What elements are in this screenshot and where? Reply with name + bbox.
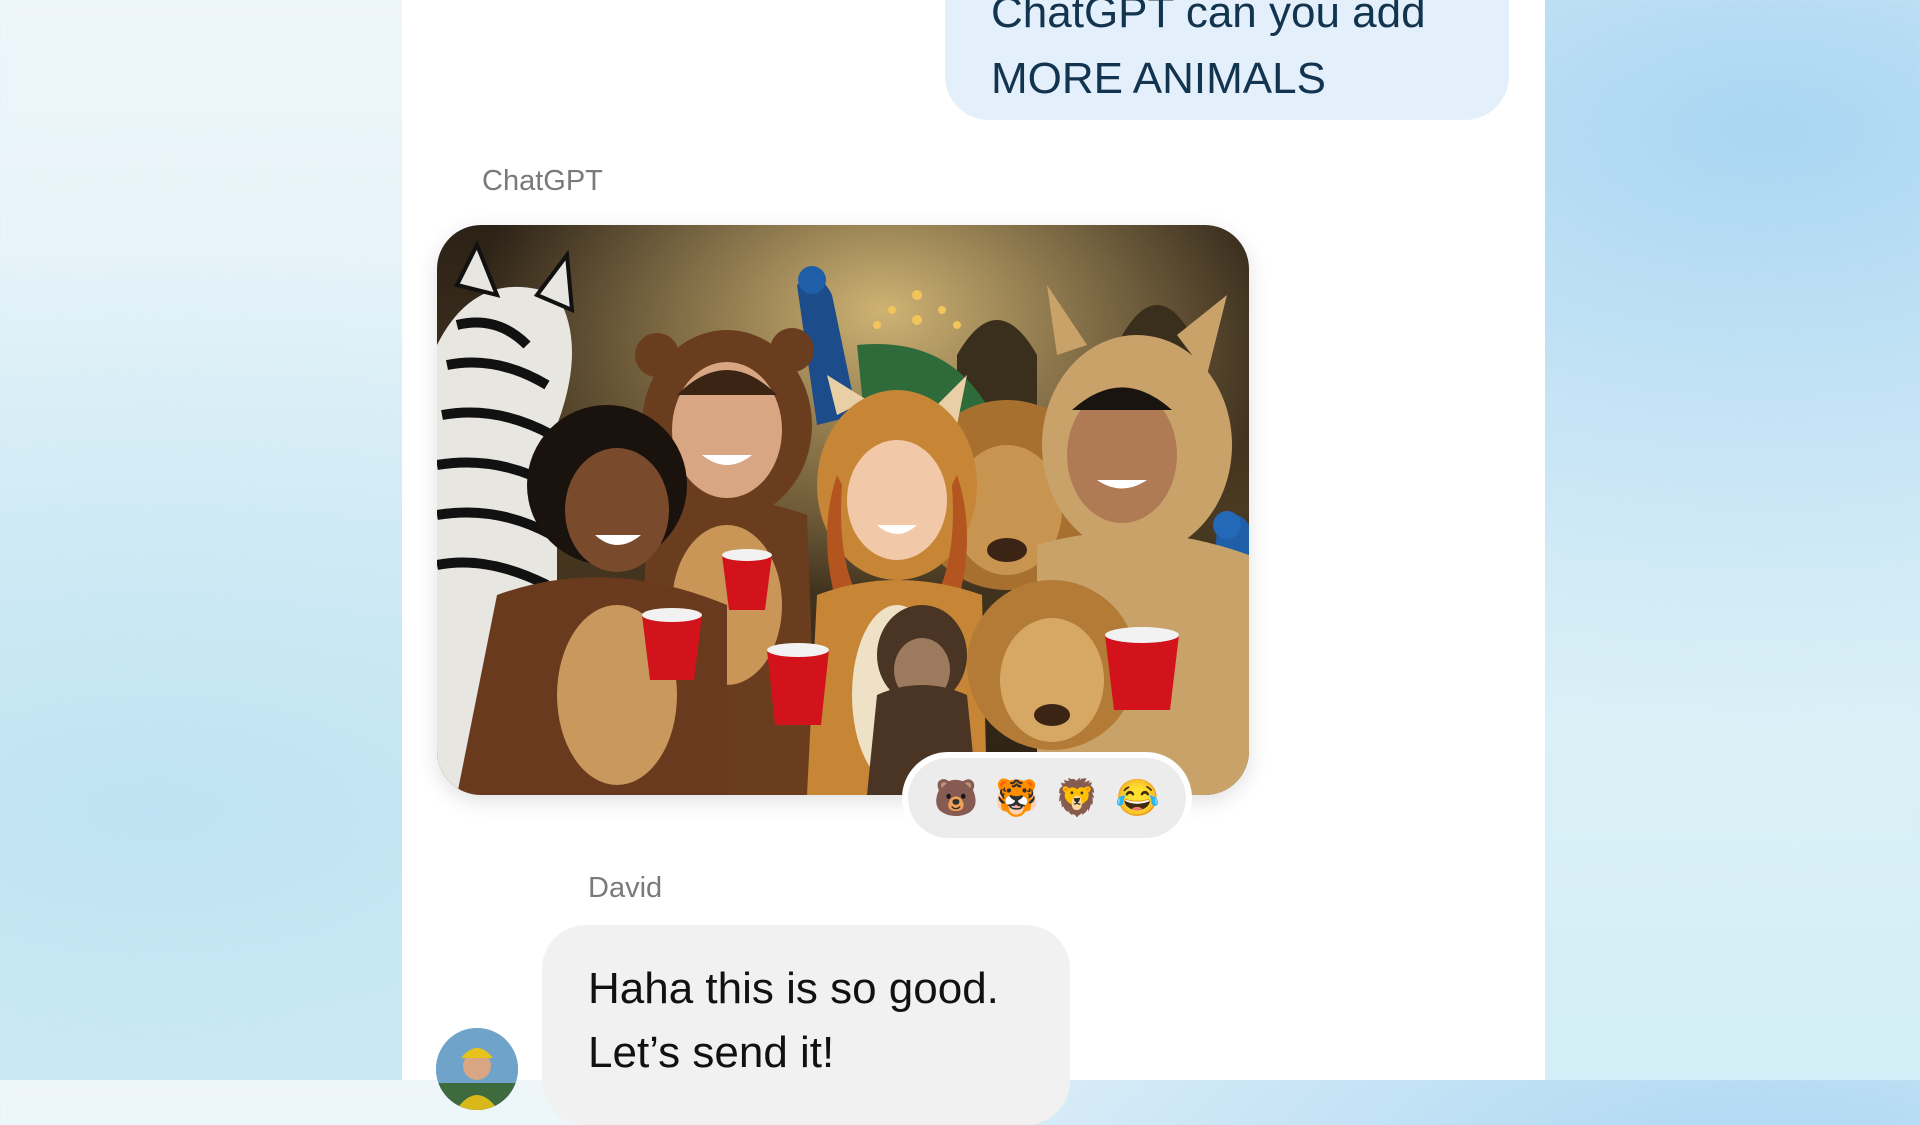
lion-emoji-reaction[interactable]: 🦁 (1055, 778, 1100, 818)
assistant-name-label: ChatGPT (482, 165, 603, 197)
avatar[interactable] (436, 1028, 518, 1110)
reply-message-bubble[interactable]: Haha this is so good. Let’s send it! (542, 925, 1070, 1125)
laughing-emoji-reaction[interactable]: 😂 (1115, 778, 1160, 818)
chat-panel: ChatGPT can you add MORE ANIMALS ChatGPT (402, 0, 1545, 1125)
reaction-bar[interactable]: 🐻 🐯 🦁 😂 (902, 752, 1192, 844)
reply-sender-label: David (588, 872, 663, 904)
user-message-text: ChatGPT can you add MORE ANIMALS (991, 0, 1426, 103)
bear-emoji-reaction[interactable]: 🐻 (934, 778, 979, 818)
reply-message-text: Haha this is so good. Let’s send it! (588, 964, 999, 1077)
tiger-emoji-reaction[interactable]: 🐯 (994, 778, 1039, 818)
user-message-bubble[interactable]: ChatGPT can you add MORE ANIMALS (945, 0, 1509, 120)
avatar-image (436, 1028, 518, 1110)
generated-image[interactable] (437, 225, 1249, 795)
